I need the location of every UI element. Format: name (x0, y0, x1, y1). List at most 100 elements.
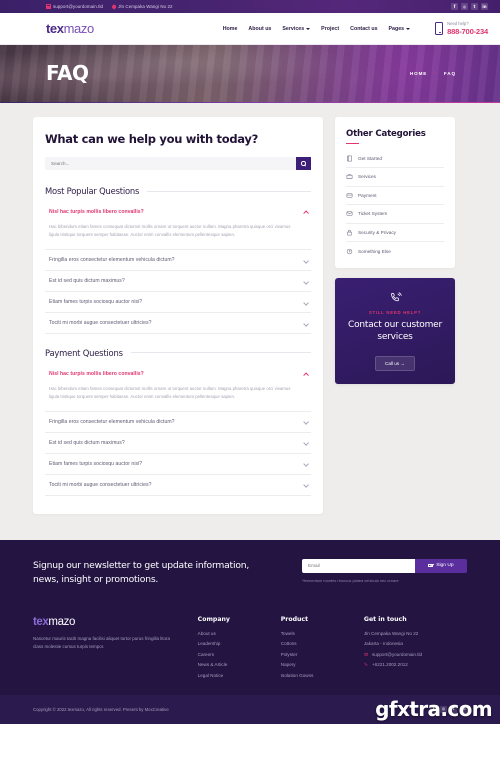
book-icon (346, 155, 353, 162)
search-input[interactable] (45, 157, 296, 170)
accordion-header[interactable]: Fringilla eros consectetur elementum veh… (45, 412, 311, 432)
top-info-bar: support@yourdomain.tld Jln Cempaka Wangi… (0, 0, 500, 13)
nav-item-contact-us[interactable]: Contact us (350, 26, 377, 32)
facebook-icon[interactable]: f (430, 705, 437, 713)
accordion-question: Nisl hac turpis mollis libero convallis? (49, 370, 144, 377)
divider (130, 352, 311, 354)
twitter-icon[interactable]: t (450, 705, 457, 713)
sidebar-item-security-privacy[interactable]: Security & Privacy (346, 224, 444, 243)
envelope-icon (364, 652, 369, 657)
nav-item-about-us[interactable]: About us (248, 26, 271, 32)
topbar-email-text: support@yourdomain.tld (53, 4, 104, 9)
footer-link[interactable]: Isolation Gowns (281, 673, 354, 678)
chevron-down-icon (303, 461, 308, 466)
breadcrumb-home[interactable]: HOME (410, 71, 427, 76)
accordion-item: Etiam fames turpis sociosqu auctor nisi? (45, 292, 311, 313)
chevron-up-icon (303, 371, 308, 376)
cta-title: Contact our customer services (347, 319, 443, 343)
accordion-header[interactable]: Est id sed quis dictum maximus? (45, 271, 311, 291)
accordion-header[interactable]: Tociti mi morbi augue consectetuer ultri… (45, 475, 311, 495)
footer-link[interactable]: Leadership (198, 641, 271, 646)
chevron-down-icon (406, 28, 411, 30)
chevron-down-icon (303, 419, 308, 424)
chevron-right-icon: › (434, 70, 437, 76)
newsletter-email-input[interactable] (302, 558, 415, 573)
footer-column-company: Company About us Leadership Careers News… (198, 616, 271, 683)
header-help-block[interactable]: Need help? 888-700-234 (435, 21, 488, 36)
chevron-down-icon (303, 278, 308, 283)
accordion-question: Etiam fames turpis sociosqu auctor nisi? (49, 298, 143, 305)
footer-link[interactable]: Polyster (281, 652, 354, 657)
topbar-address-text: Jln Cempaka Wangi No 22 (118, 4, 173, 9)
footer-contact-email[interactable]: support@yourdomain.tld (364, 652, 467, 657)
nav-item-home[interactable]: Home (223, 26, 238, 32)
envelope-icon (428, 563, 434, 568)
topbar-email[interactable]: support@yourdomain.tld (46, 4, 103, 9)
footer-link[interactable]: About us (198, 631, 271, 636)
linkedin-icon[interactable]: in (481, 3, 488, 10)
search-button[interactable] (296, 157, 311, 170)
signup-button-label: Sign Up (436, 563, 454, 568)
sidebar-item-something-else[interactable]: Something Else (346, 242, 444, 260)
footer-link[interactable]: Towels (281, 631, 354, 636)
breadcrumb-current: FAQ (443, 70, 456, 76)
sidebar-item-get-started[interactable]: Get Started (346, 149, 444, 168)
accordion-header[interactable]: Tociti mi morbi augue consectetuer ultri… (45, 313, 311, 333)
call-us-button[interactable]: Call us → (375, 356, 415, 372)
nav-item-pages[interactable]: Pages (389, 26, 411, 32)
footer-link[interactable]: Legal Notice (198, 673, 271, 678)
sidebar-item-ticket-system[interactable]: Ticket System (346, 205, 444, 224)
chevron-down-icon (303, 482, 308, 487)
faq-section-title: Payment Questions (45, 347, 123, 358)
twitter-icon[interactable]: t (471, 3, 478, 10)
footer-column-product: Product Towels Cottons Polyster Napery I… (281, 616, 354, 683)
accordion-question: Nisl hac turpis mollis libero convallis? (49, 209, 144, 215)
phone-icon (435, 22, 444, 35)
faq-heading: What can we help you with today? (45, 132, 258, 146)
linkedin-icon[interactable]: in (460, 705, 467, 713)
newsletter-signup-button[interactable]: Sign Up (415, 558, 467, 573)
mail-icon (46, 4, 51, 9)
accordion-item: Nisl hac turpis mollis libero convallis?… (45, 202, 311, 250)
newsletter-form: Sign Up *fermentum montes rhoncus platea… (302, 558, 467, 583)
nav-item-project[interactable]: Project (321, 26, 339, 32)
site-logo[interactable]: texmazo (46, 21, 94, 36)
accordion-question: Tociti mi morbi augue consectetuer ultri… (49, 481, 152, 488)
sidebar-item-services[interactable]: Services (346, 168, 444, 187)
nav-label: Project (321, 25, 340, 32)
newsletter-note: *fermentum montes rhoncus platea vehicul… (302, 577, 399, 583)
accordion-header[interactable]: Etiam fames turpis sociosqu auctor nisi? (45, 454, 311, 474)
instagram-icon[interactable]: ◎ (461, 3, 468, 10)
footer-column-title: Get in touch (363, 616, 407, 623)
chevron-down-icon (303, 320, 308, 325)
phone-ring-icon (344, 291, 446, 304)
faq-section-title: Most Popular Questions (45, 186, 140, 196)
footer-link[interactable]: Napery (281, 662, 354, 667)
accordion-header[interactable]: Fringilla eros consectetur elementum veh… (45, 250, 311, 270)
chevron-down-icon (303, 299, 308, 304)
accordion-question: Fringilla eros consectetur elementum veh… (49, 256, 175, 263)
footer-link[interactable]: News & Article (198, 662, 271, 667)
accordion-item: Tociti mi morbi augue consectetuer ultri… (45, 313, 311, 334)
logo-text-secondary: mazo (63, 21, 95, 36)
accordion-header[interactable]: Nisl hac turpis mollis libero convallis? (45, 202, 311, 222)
search-icon (301, 161, 306, 166)
nav-label: Pages (388, 25, 405, 32)
footer-link[interactable]: Careers (198, 652, 271, 657)
accordion-header[interactable]: Est id sed quis dictum maximus? (45, 433, 311, 453)
footer-brand: texmazo Nascetur mauris taciti magna fac… (33, 616, 188, 683)
location-pin-icon (111, 3, 117, 10)
sidebar-item-payment[interactable]: Payment (346, 187, 444, 206)
sidebar-item-label: Services (358, 174, 376, 180)
nav-item-services[interactable]: Services (282, 26, 311, 32)
topbar-address[interactable]: Jln Cempaka Wangi No 22 (111, 3, 173, 10)
accordion-header[interactable]: Nisl hac turpis mollis libero convallis? (45, 364, 311, 384)
footer-column-title: Company (197, 616, 230, 623)
footer-link[interactable]: Cottons (281, 641, 354, 646)
instagram-icon[interactable]: ◎ (440, 705, 447, 713)
footer-logo[interactable]: texmazo (33, 616, 188, 628)
footer-contact-phone[interactable]: +6221.2002.2012 (364, 662, 467, 667)
facebook-icon[interactable]: f (451, 3, 458, 10)
accordion-header[interactable]: Etiam fames turpis sociosqu auctor nisi? (45, 292, 311, 312)
